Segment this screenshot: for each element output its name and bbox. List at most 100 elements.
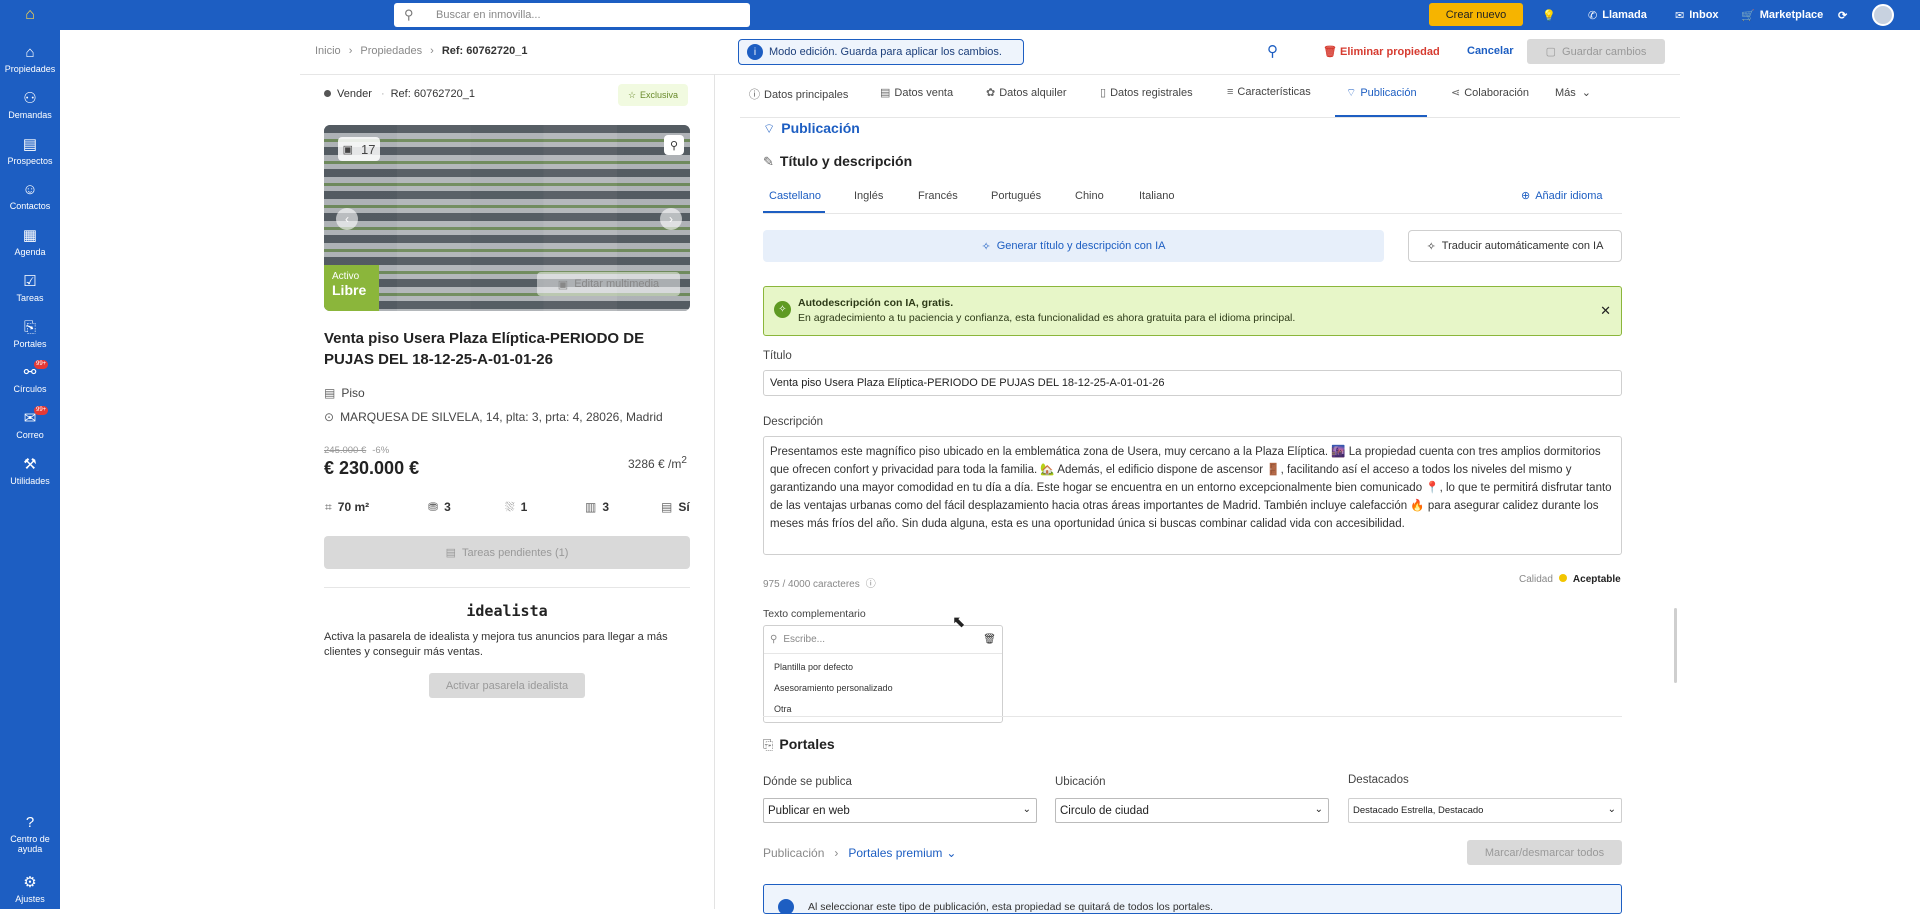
bulb-icon[interactable]: 💡 [1542, 0, 1558, 30]
donde-select[interactable]: Publicar en web ⌄ [763, 798, 1037, 823]
key-icon: ✿ [986, 87, 996, 99]
global-search-input[interactable]: ⚲ Buscar en inmovilla... [394, 3, 750, 27]
tab-mas[interactable]: Más ⌄ [1555, 86, 1591, 99]
mouse-cursor-icon: ⬉ [952, 614, 966, 631]
user-avatar[interactable] [1872, 4, 1894, 26]
cancel-button[interactable]: Cancelar [1467, 45, 1513, 57]
lang-tab-italiano[interactable]: Italiano [1139, 190, 1174, 202]
create-new-button[interactable]: Crear nuevo [1429, 3, 1523, 26]
info-icon: i [747, 44, 763, 60]
inbox-icon: ✉ [1675, 9, 1685, 22]
top-bar: ⌂ ⚲ Buscar en inmovilla... Crear nuevo 💡… [0, 0, 1920, 30]
quality-dot [1558, 574, 1567, 582]
lang-tab-ingles[interactable]: Inglés [854, 190, 883, 202]
close-icon[interactable]: ✕ [1600, 303, 1611, 318]
lang-tab-portugues[interactable]: Portugués [991, 190, 1041, 202]
header-divider [300, 74, 1680, 75]
pending-tasks-button[interactable]: ▤ Tareas pendientes (1) [324, 536, 690, 569]
trash-icon[interactable]: 🗑 [983, 634, 996, 645]
sidebar-item-correo[interactable]: ✉ 99+ Correo [0, 406, 60, 440]
sidebar-item-propiedades[interactable]: ⌂ Propiedades [0, 44, 60, 74]
tab-caracteristicas[interactable]: ≡ Características [1227, 86, 1311, 98]
sidebar-item-tareas[interactable]: ☑ Tareas [0, 273, 60, 303]
zoom-icon[interactable]: ⚲ [664, 135, 684, 155]
ai-translate-button[interactable]: ✧ Traducir automáticamente con IA [1408, 230, 1622, 262]
tasks-icon: ☑ [23, 273, 37, 290]
destacados-select[interactable]: Destacado Estrella, Destacado ⌄ [1348, 798, 1622, 823]
list-icon: ▤ [22, 136, 38, 153]
sidebar-item-prospectos[interactable]: ▤ Prospectos [0, 136, 60, 166]
tab-colaboracion[interactable]: ⋖ Colaboración [1451, 86, 1529, 99]
scrollbar-thumb[interactable] [1674, 608, 1677, 683]
search-icon: ⚲ [770, 634, 778, 645]
char-count: 975 / 4000 caracteres ⓘ [763, 579, 876, 590]
operation-label: Vender [337, 88, 372, 100]
property-type: ▤ Piso [324, 386, 365, 400]
ubicacion-select[interactable]: Circulo de ciudad ⌄ [1055, 798, 1329, 823]
breadcrumb-inicio[interactable]: Inicio [315, 45, 341, 57]
activate-idealista-button[interactable]: Activar pasarela idealista [429, 673, 585, 698]
toggle-all-button[interactable]: Marcar/desmarcar todos [1467, 840, 1622, 865]
feature-extra: ▤ Sí [661, 500, 690, 514]
separator: · [380, 88, 385, 100]
circulos-badge: 99+ [34, 360, 49, 369]
property-photo[interactable]: ▣ 17 ⚲ ‹ › Activo Libre ▣ Editar multimedia [324, 125, 690, 311]
option-asesoramiento[interactable]: Asesoramiento personalizado [764, 677, 1002, 698]
breadcrumb-propiedades[interactable]: Propiedades [360, 45, 422, 57]
mail-icon: ✉ [23, 410, 37, 427]
tab-datos-alquiler[interactable]: ✿ Datos alquiler [986, 86, 1066, 99]
chevron-left-icon[interactable]: ‹ [336, 208, 358, 230]
edit-media-button[interactable]: ▣ Editar multimedia [537, 272, 680, 296]
save-button[interactable]: ▢ Guardar cambios [1527, 39, 1665, 64]
sparkle-icon: ✧ [774, 301, 791, 318]
lang-tab-frances[interactable]: Francés [918, 190, 958, 202]
complementario-search-input[interactable]: ⚲ Escribe... 🗑 [764, 626, 1002, 654]
doc-icon: ▤ [324, 386, 336, 400]
sidebar-item-contactos[interactable]: ☺ Contactos [0, 181, 60, 211]
feature-floors: ▥ 3 [585, 500, 610, 514]
chevron-right-icon[interactable]: › [660, 208, 682, 230]
portales-heading: ⎘ Portales [763, 736, 835, 752]
lang-tab-underline [763, 211, 825, 213]
donde-label: Dónde se publica [763, 776, 852, 788]
ai-generate-button[interactable]: ✧ Generar título y descripción con IA [763, 230, 1384, 262]
sidebar-item-utilidades[interactable]: ⚒ Utilidades [0, 456, 60, 486]
property-address: ⊙ MARQUESA DE SILVELA, 14, plta: 3, prta:… [324, 410, 663, 424]
tab-datos-venta[interactable]: ▤ Datos venta [880, 86, 953, 99]
refresh-icon[interactable]: ⟳ [1838, 0, 1847, 30]
sidebar-item-agenda[interactable]: ▦ Agenda [0, 227, 60, 257]
sidebar-item-settings[interactable]: ⚙ Ajustes [0, 874, 60, 904]
nav-marketplace[interactable]: 🛒 Marketplace [1741, 0, 1823, 30]
descripcion-textarea[interactable]: Presentamos este magnífico piso ubicado … [763, 436, 1622, 555]
sparkle-icon: ✧ [981, 240, 991, 253]
nav-llamada[interactable]: ✆ Llamada [1588, 0, 1647, 30]
breadcrumb: Inicio › Propiedades › Ref: 60762720_1 [315, 45, 527, 57]
option-plantilla[interactable]: Plantilla por defecto [764, 656, 1002, 677]
sidebar: ⌂ Propiedades ⚇ Demandas ▤ Prospectos ☺ Cont… [0, 30, 60, 909]
sidebar-item-portales[interactable]: ⎘ Portales [0, 319, 60, 349]
sidebar-item-demandas[interactable]: ⚇ Demandas [0, 90, 60, 120]
global-search-placeholder: Buscar en inmovilla... [436, 9, 541, 21]
sidebar-item-help[interactable]: ? Centro de ayuda [0, 814, 60, 854]
add-language-button[interactable]: ⊕ Añadir idioma [1521, 189, 1602, 202]
lang-tab-chino[interactable]: Chino [1075, 190, 1104, 202]
search-icon[interactable]: ⚲ [1267, 42, 1278, 60]
chevron-down-icon: ⌄ [1022, 804, 1031, 815]
lang-tab-castellano[interactable]: Castellano [769, 190, 821, 202]
app-logo-icon[interactable]: ⌂ [0, 0, 60, 30]
nav-inbox[interactable]: ✉ Inbox [1675, 0, 1719, 30]
discount: -6% [372, 445, 390, 456]
tab-datos-registrales[interactable]: ▯ Datos registrales [1100, 86, 1193, 99]
delete-property-button[interactable]: 🗑 Eliminar propiedad [1323, 45, 1440, 58]
help-icon: ? [25, 814, 35, 831]
titulo-input[interactable]: Venta piso Usera Plaza Elíptica-PERIODO … [763, 370, 1622, 396]
search-icon: ⚲ [404, 7, 414, 22]
tools-icon: ⚒ [23, 456, 37, 473]
tab-datos-principales[interactable]: ⓘ Datos principales [749, 86, 848, 102]
image-icon: ▣ [342, 143, 353, 156]
property-title: Venta piso Usera Plaza Elíptica-PERIODO … [324, 330, 645, 368]
tab-publicacion[interactable]: ⌔ Publicación [1346, 86, 1417, 100]
image-icon: ▣ [557, 278, 569, 291]
sidebar-item-circulos[interactable]: ⚯ 99+ Círculos [0, 360, 60, 394]
edit-mode-notice: i Modo edición. Guarda para aplicar los … [738, 39, 1024, 65]
